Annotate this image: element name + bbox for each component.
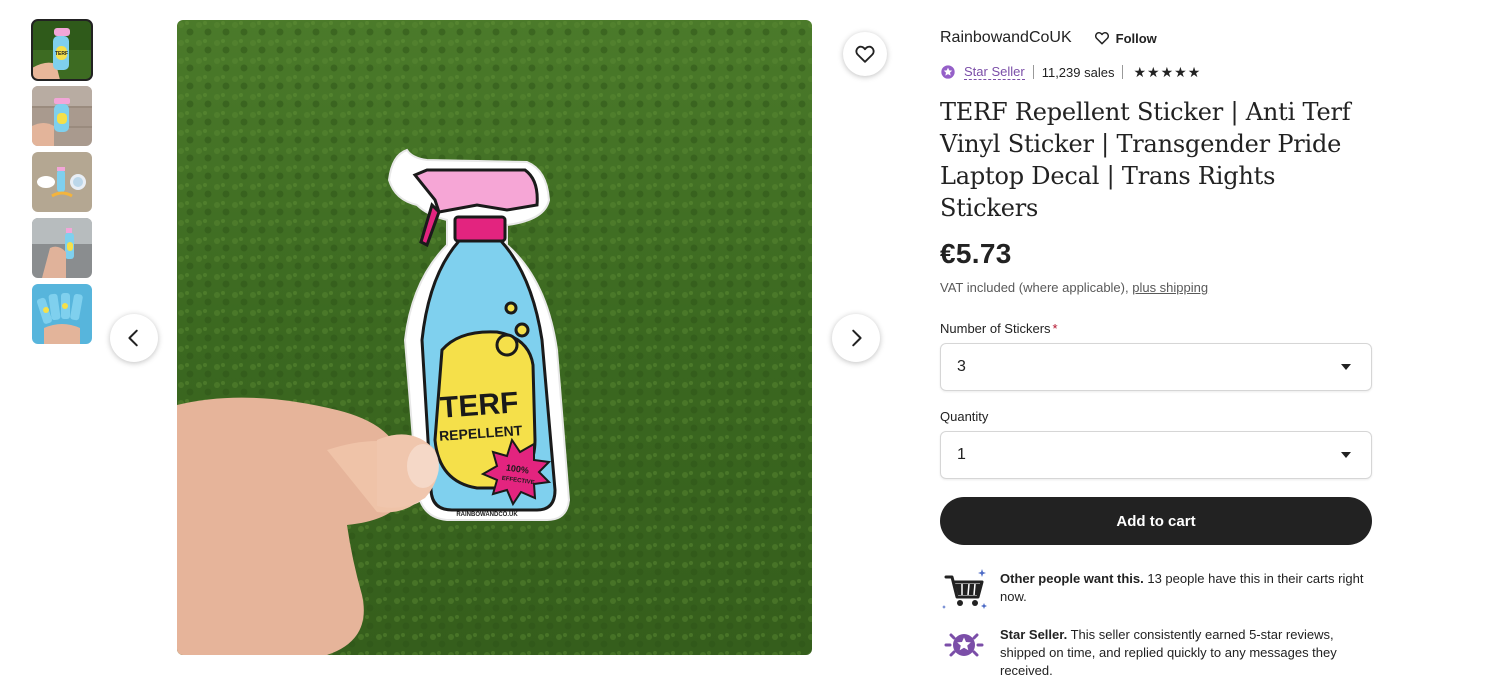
demand-text: Other people want this. 13 people have t… (1000, 565, 1372, 606)
price: €5.73 (940, 238, 1012, 269)
listing-title: TERF Repellent Sticker | Anti Terf Vinyl… (940, 98, 1351, 222)
follow-label: Follow (1115, 30, 1157, 46)
thumbnail-1[interactable]: TERF (31, 19, 93, 81)
chevron-right-icon (852, 329, 862, 347)
stickers-selected-value: 3 (957, 358, 966, 375)
stickers-label: Number of Stickers * (940, 321, 1372, 336)
star-seller-badge-icon (944, 633, 984, 657)
star-icon: ★ (1174, 63, 1187, 80)
rating-stars[interactable]: ★ ★ ★ ★ ★ (1133, 64, 1201, 81)
demand-bold: Other people want this. (1000, 571, 1144, 586)
sticker-brand-text: RAINBOWANDCO.UK (456, 512, 518, 518)
sticker-terf-text: TERF (439, 386, 519, 424)
chevron-left-icon (128, 329, 138, 347)
shop-header: RainbowandCoUK Follow (940, 26, 1372, 50)
star-seller-badge-icon (941, 65, 955, 79)
caret-down-icon (1341, 364, 1351, 370)
required-marker: * (1052, 321, 1058, 336)
star-seller-link[interactable]: Star Seller (964, 64, 1025, 80)
listing-info-panel: RainbowandCoUK Follow Star Seller 11,239… (940, 26, 1372, 680)
heart-icon (1094, 31, 1109, 45)
divider (1122, 65, 1124, 79)
thumbnail-list: TERF (31, 19, 93, 350)
star-icon: ★ (1147, 63, 1160, 80)
quantity-select[interactable]: 1 (940, 431, 1372, 479)
shopping-cart-icon (942, 569, 987, 609)
thumbnail-5[interactable] (32, 284, 92, 344)
shipping-link[interactable]: plus shipping (1132, 280, 1208, 295)
stickers-label-text: Number of Stickers (940, 321, 1051, 336)
quantity-label: Quantity (940, 409, 989, 424)
shop-name-link[interactable]: RainbowandCoUK (940, 29, 1072, 47)
seller-stats: Star Seller 11,239 sales ★ ★ ★ ★ ★ (940, 62, 1372, 82)
star-seller-text: Star Seller. This seller consistently ea… (1000, 621, 1372, 680)
star-icon: ★ (1187, 63, 1201, 80)
next-image-button[interactable] (832, 314, 880, 362)
sales-count: 11,239 sales (1041, 64, 1115, 80)
demand-highlight: Other people want this. 13 people have t… (940, 565, 1372, 613)
number-of-stickers-select[interactable]: 3 (940, 343, 1372, 391)
star-icon: ★ (1160, 63, 1174, 80)
svg-text:TERF: TERF (55, 51, 68, 57)
thumbnail-4[interactable] (32, 218, 92, 278)
main-product-image: TERF REPELLENT 100% EFFECTIVE RAINBOWAND… (177, 20, 812, 655)
star-seller-highlight: Star Seller. This seller consistently ea… (940, 621, 1372, 680)
follow-button[interactable]: Follow (1094, 30, 1157, 46)
star-icon: ★ (1133, 63, 1147, 80)
favorite-button[interactable] (843, 32, 887, 76)
vat-note: VAT included (where applicable), plus sh… (940, 280, 1372, 295)
add-to-cart-button[interactable]: Add to cart (940, 497, 1372, 545)
star-seller-bold: Star Seller. (1000, 627, 1068, 642)
thumbnail-3[interactable] (32, 152, 92, 212)
divider (1032, 65, 1034, 79)
vat-text: VAT included (where applicable), (940, 280, 1133, 295)
quantity-selected-value: 1 (957, 446, 966, 463)
heart-icon (855, 45, 875, 63)
previous-image-button[interactable] (110, 314, 158, 362)
caret-down-icon (1341, 452, 1351, 458)
thumbnail-2[interactable] (32, 86, 92, 146)
